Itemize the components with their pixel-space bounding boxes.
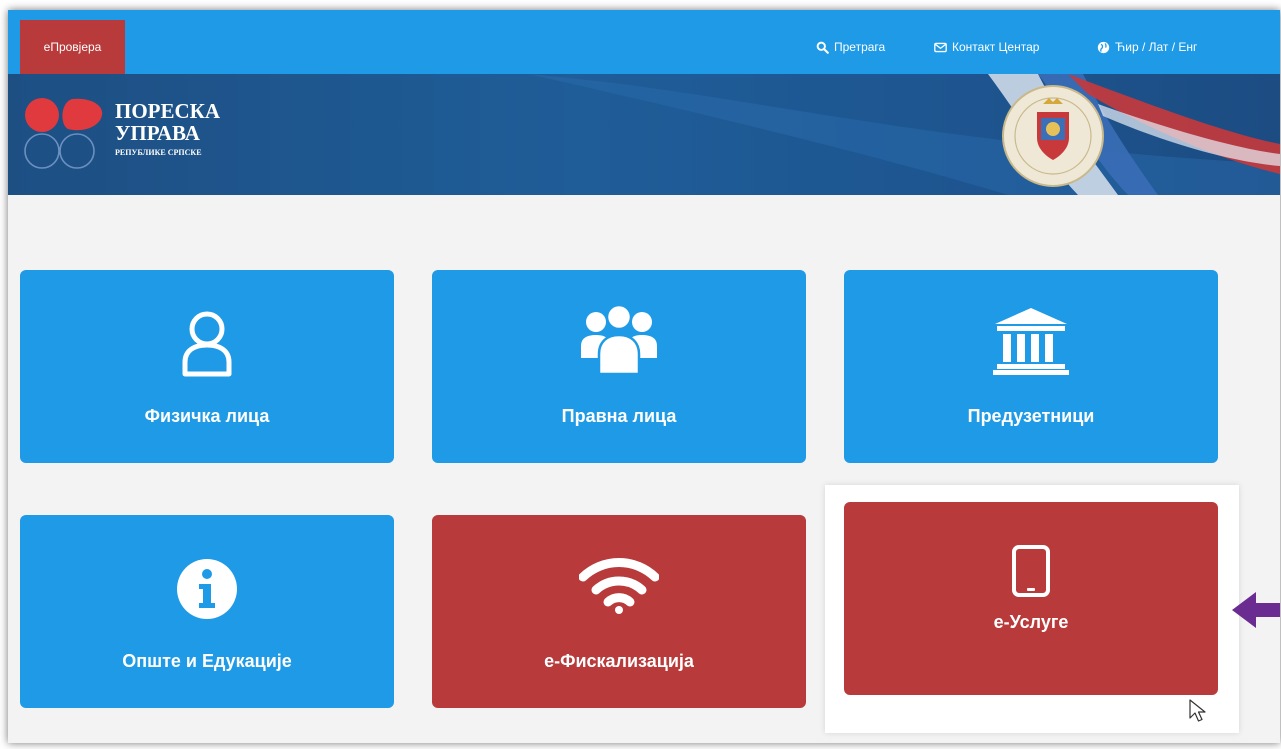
main-content: Физичка лица Правна лица Предузетници Оп… <box>8 195 1280 743</box>
tile-individuals-label: Физичка лица <box>144 406 270 426</box>
bank-building-icon <box>993 308 1069 375</box>
search-link[interactable]: Претрага <box>816 40 885 54</box>
envelope-icon <box>934 42 947 52</box>
tile-general-education-label: Опште и Едукације <box>122 651 292 671</box>
top-bar: еПровјера Претрага Контакт Центар Ћир / … <box>8 10 1280 74</box>
wifi-icon <box>579 558 659 614</box>
globe-icon <box>1097 41 1110 53</box>
user-icon <box>182 311 232 377</box>
browser-frame: еПровјера Претрага Контакт Центар Ћир / … <box>8 10 1280 743</box>
tile-e-services[interactable]: е-Услуге <box>844 502 1218 695</box>
language-switcher[interactable]: Ћир / Лат / Енг <box>1097 40 1197 54</box>
header-banner: ПОРЕСКА УПРАВА РЕПУБЛИКЕ СРПСКЕ <box>8 74 1280 195</box>
logo-line-2: УПРАВА <box>115 121 200 145</box>
mouse-cursor-icon <box>1189 699 1206 722</box>
logo-line-3: РЕПУБЛИКЕ СРПСКЕ <box>115 148 202 157</box>
tile-e-fiscalization-label: е-Фискализација <box>544 651 694 671</box>
tile-e-fiscalization[interactable]: е-Фискализација <box>432 515 806 708</box>
search-icon <box>816 41 829 54</box>
tile-entrepreneurs-label: Предузетници <box>967 406 1095 426</box>
annotation-arrow-icon <box>1232 592 1280 628</box>
tile-individuals[interactable]: Физичка лица <box>20 270 394 463</box>
tile-legal-entities-label: Правна лица <box>561 406 677 426</box>
contact-center-label: Контакт Центар <box>952 40 1040 54</box>
language-label: Ћир / Лат / Енг <box>1115 40 1198 54</box>
tablet-icon <box>1012 545 1050 597</box>
search-link-label: Претрага <box>834 40 886 54</box>
tile-e-services-label: е-Услуге <box>993 612 1069 632</box>
tile-legal-entities[interactable]: Правна лица <box>432 270 806 463</box>
eprovjera-button[interactable]: еПровјера <box>20 20 125 74</box>
info-circle-icon <box>177 559 237 619</box>
contact-center-link[interactable]: Контакт Центар <box>934 40 1039 54</box>
tile-general-education[interactable]: Опште и Едукације <box>20 515 394 708</box>
coat-of-arms-emblem <box>1002 85 1104 187</box>
users-group-icon <box>581 303 657 376</box>
tax-administration-logo <box>24 98 103 169</box>
tile-entrepreneurs[interactable]: Предузетници <box>844 270 1218 463</box>
